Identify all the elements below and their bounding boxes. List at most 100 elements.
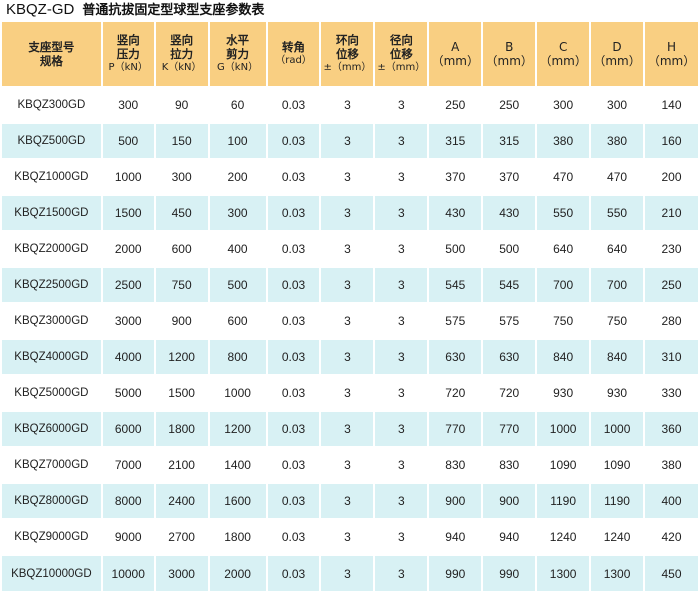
cell-value: 0.03 bbox=[267, 376, 320, 410]
header-text: K（kN） bbox=[161, 62, 202, 73]
cell-value: 3 bbox=[375, 124, 428, 158]
header-radial-disp: 径向 位移 ±（mm） bbox=[375, 22, 428, 86]
cell-value: 230 bbox=[645, 232, 698, 266]
header-text: ±（mm） bbox=[377, 62, 426, 73]
cell-value: 800 bbox=[209, 340, 266, 374]
cell-value: 630 bbox=[483, 340, 536, 374]
cell-value: 430 bbox=[429, 196, 482, 230]
cell-value: 930 bbox=[591, 376, 644, 410]
cell-value: 3 bbox=[321, 160, 374, 194]
cell-value: 90 bbox=[155, 88, 208, 122]
cell-value: 3 bbox=[375, 556, 428, 591]
cell-value: 9000 bbox=[102, 520, 154, 554]
header-k-tension: 竖向 拉力 K（kN） bbox=[155, 22, 208, 86]
cell-value: 200 bbox=[645, 160, 698, 194]
cell-value: 210 bbox=[645, 196, 698, 230]
table-row: KBQZ2500GD 2500 750 500 0.03 3 3 545 545 700 700 25… bbox=[2, 268, 698, 302]
cell-value: 0.03 bbox=[267, 448, 320, 482]
cell-value: 3 bbox=[375, 520, 428, 554]
table-row: KBQZ1500GD 1500 450 300 0.03 3 3 430 430 550 550 21… bbox=[2, 196, 698, 230]
cell-value: 1190 bbox=[591, 484, 644, 518]
header-text: 支座型号 bbox=[28, 40, 75, 54]
cell-value: 545 bbox=[429, 268, 482, 302]
cell-value: 0.03 bbox=[267, 340, 320, 374]
table-row: KBQZ4000GD 4000 1200 800 0.03 3 3 630 630 840 840 3… bbox=[2, 340, 698, 374]
cell-value: 2400 bbox=[155, 484, 208, 518]
cell-model: KBQZ1000GD bbox=[2, 160, 101, 194]
cell-value: 380 bbox=[645, 448, 698, 482]
cell-value: 3 bbox=[375, 160, 428, 194]
cell-value: 3 bbox=[321, 520, 374, 554]
cell-value: 450 bbox=[645, 556, 698, 591]
cell-value: 3 bbox=[375, 484, 428, 518]
cell-value: 1090 bbox=[537, 448, 590, 482]
cell-value: 3 bbox=[375, 304, 428, 338]
cell-value: 575 bbox=[429, 304, 482, 338]
cell-value: 1300 bbox=[591, 556, 644, 591]
header-text: ±（mm） bbox=[323, 62, 372, 73]
table-row: KBQZ10000GD 10000 3000 2000 0.03 3 3 990 990 1300… bbox=[2, 556, 698, 591]
header-text: G（kN） bbox=[217, 62, 259, 73]
cell-model: KBQZ7000GD bbox=[2, 448, 101, 482]
cell-value: 160 bbox=[645, 124, 698, 158]
cell-value: 3 bbox=[375, 448, 428, 482]
cell-value: 575 bbox=[483, 304, 536, 338]
header-row: 支座型号 规格 竖向 压力 P（kN） 竖向 拉力 K（kN） 水平 剪力 G（kN） 转角 （rad）… bbox=[2, 22, 698, 86]
cell-value: 200 bbox=[209, 160, 266, 194]
cell-value: 2000 bbox=[209, 556, 266, 591]
cell-value: 370 bbox=[429, 160, 482, 194]
header-text: 竖向 bbox=[116, 33, 140, 47]
table-row: KBQZ500GD 500 150 100 0.03 3 3 315 315 380 380 160 bbox=[2, 124, 698, 158]
cell-value: 3 bbox=[321, 412, 374, 446]
header-text: 转角 bbox=[282, 40, 306, 54]
cell-value: 1090 bbox=[591, 448, 644, 482]
header-text: （mm） bbox=[593, 54, 641, 68]
header-text: H bbox=[666, 40, 677, 54]
cell-model: KBQZ1500GD bbox=[2, 196, 101, 230]
cell-value: 3 bbox=[321, 268, 374, 302]
cell-value: 830 bbox=[483, 448, 536, 482]
cell-model: KBQZ4000GD bbox=[2, 340, 101, 374]
cell-value: 3 bbox=[321, 448, 374, 482]
cell-value: 3 bbox=[321, 556, 374, 591]
header-text: P（kN） bbox=[108, 62, 148, 73]
table-row: KBQZ300GD 300 90 60 0.03 3 3 250 250 300 300 140 bbox=[2, 88, 698, 122]
cell-value: 3 bbox=[375, 268, 428, 302]
cell-model: KBQZ3000GD bbox=[2, 304, 101, 338]
cell-value: 370 bbox=[483, 160, 536, 194]
header-text: （mm） bbox=[485, 54, 533, 68]
cell-value: 3 bbox=[321, 340, 374, 374]
cell-value: 1200 bbox=[155, 340, 208, 374]
cell-value: 0.03 bbox=[267, 232, 320, 266]
cell-value: 0.03 bbox=[267, 268, 320, 302]
cell-value: 315 bbox=[483, 124, 536, 158]
cell-value: 315 bbox=[429, 124, 482, 158]
cell-value: 380 bbox=[591, 124, 644, 158]
cell-value: 1500 bbox=[155, 376, 208, 410]
cell-value: 990 bbox=[483, 556, 536, 591]
cell-value: 2000 bbox=[102, 232, 154, 266]
cell-value: 900 bbox=[155, 304, 208, 338]
header-text: D bbox=[612, 40, 622, 54]
cell-value: 0.03 bbox=[267, 484, 320, 518]
cell-value: 150 bbox=[155, 124, 208, 158]
cell-value: 1500 bbox=[102, 196, 154, 230]
cell-value: 3 bbox=[321, 484, 374, 518]
cell-value: 940 bbox=[429, 520, 482, 554]
parameter-table: 支座型号 规格 竖向 压力 P（kN） 竖向 拉力 K（kN） 水平 剪力 G（kN） 转角 （rad）… bbox=[0, 20, 700, 593]
cell-value: 3 bbox=[375, 88, 428, 122]
cell-value: 3000 bbox=[102, 304, 154, 338]
header-text: 规格 bbox=[39, 54, 63, 68]
cell-value: 360 bbox=[645, 412, 698, 446]
cell-value: 840 bbox=[591, 340, 644, 374]
header-text: （rad） bbox=[275, 55, 312, 66]
cell-value: 500 bbox=[483, 232, 536, 266]
cell-value: 2700 bbox=[155, 520, 208, 554]
cell-value: 940 bbox=[483, 520, 536, 554]
cell-value: 1000 bbox=[209, 376, 266, 410]
cell-value: 720 bbox=[429, 376, 482, 410]
table-row: KBQZ5000GD 5000 1500 1000 0.03 3 3 720 720 930 930… bbox=[2, 376, 698, 410]
table-row: KBQZ8000GD 8000 2400 1600 0.03 3 3 900 900 1190 11… bbox=[2, 484, 698, 518]
cell-value: 4000 bbox=[102, 340, 154, 374]
cell-value: 1200 bbox=[209, 412, 266, 446]
